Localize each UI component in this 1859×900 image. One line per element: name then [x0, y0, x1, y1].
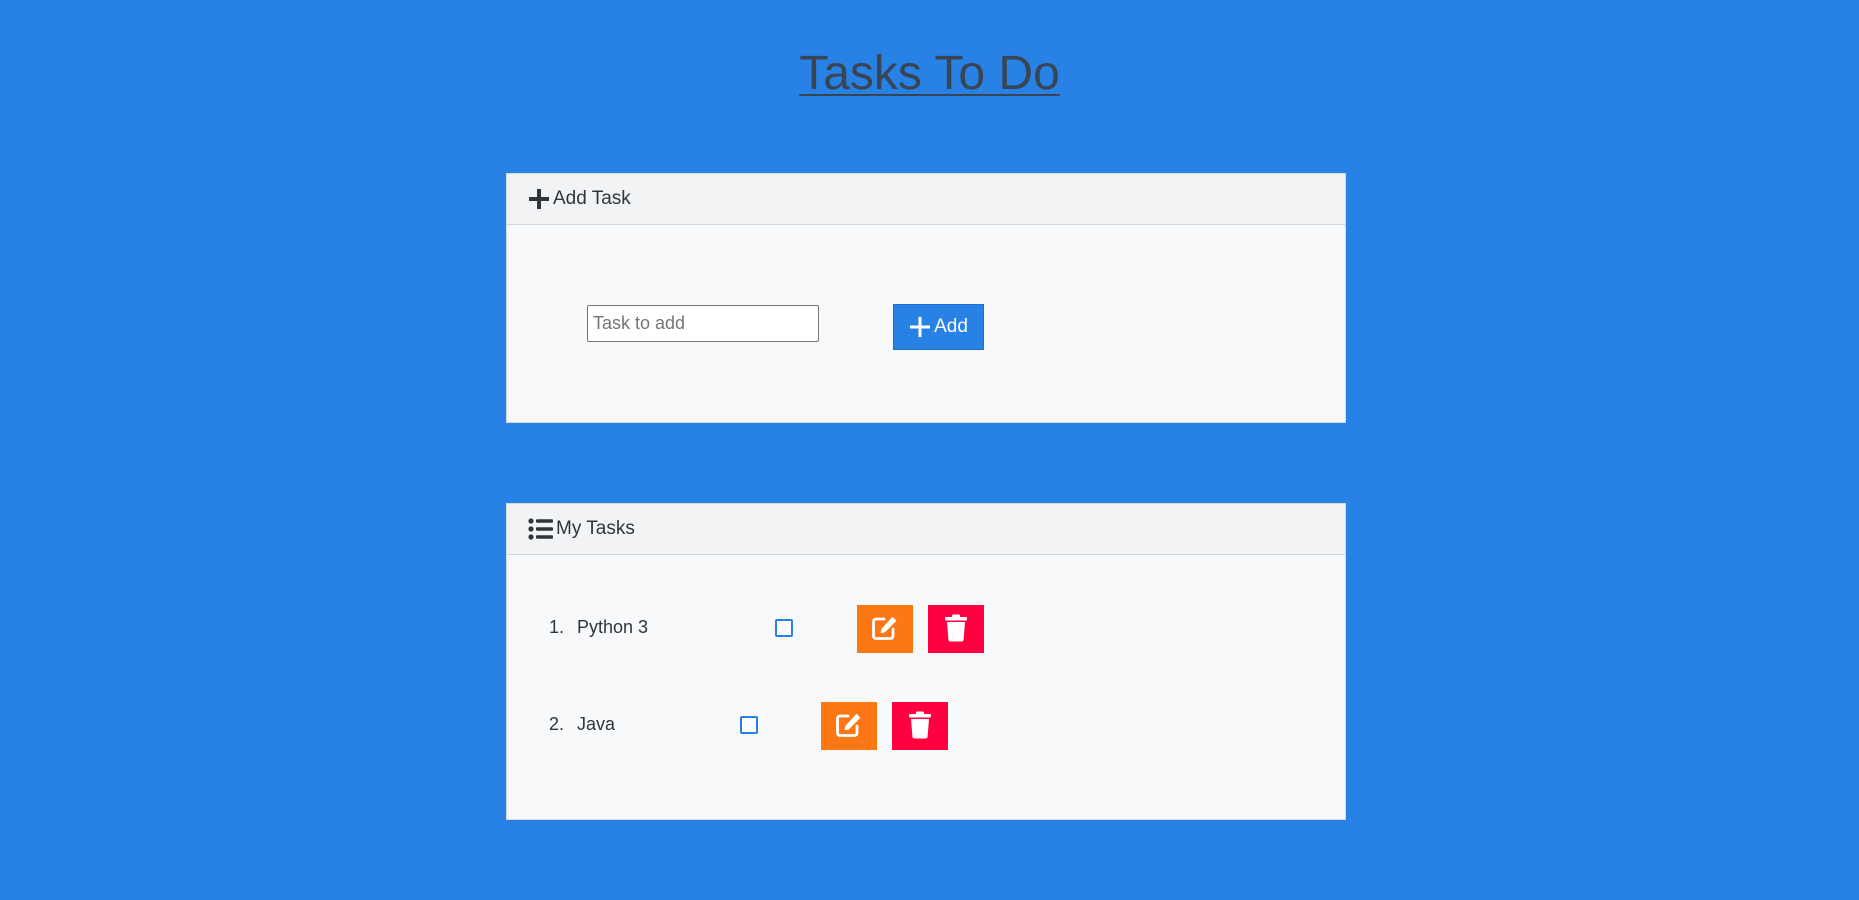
add-task-card-header: Add Task — [507, 174, 1345, 225]
pencil-square-icon — [871, 615, 899, 644]
trash-icon — [908, 711, 932, 742]
task-name: Java — [577, 714, 616, 734]
page-title-link[interactable]: Tasks To Do — [799, 47, 1060, 100]
task-number: 1. — [549, 617, 565, 637]
edit-task-button[interactable] — [821, 702, 877, 750]
trash-icon — [944, 614, 968, 645]
add-button-label: Add — [934, 316, 968, 337]
add-button[interactable]: Add — [893, 304, 984, 350]
my-tasks-card-title: My Tasks — [556, 518, 635, 539]
my-tasks-card-header: My Tasks — [507, 504, 1345, 555]
task-row: 1. Python 3 — [507, 605, 1345, 653]
add-task-card-title: Add Task — [553, 188, 631, 209]
page-title: Tasks To Do — [0, 44, 1859, 104]
task-number: 2. — [549, 714, 565, 734]
my-tasks-card: My Tasks 1. Python 3 2. Java — [506, 503, 1346, 820]
task-row: 2. Java — [507, 702, 1345, 750]
plus-icon — [528, 188, 550, 210]
add-task-card-body: Add — [507, 225, 1345, 423]
task-name: Python 3 — [577, 617, 649, 637]
add-task-card: Add Task Add — [506, 173, 1346, 423]
task-done-checkbox[interactable] — [775, 619, 793, 637]
delete-task-button[interactable] — [928, 605, 984, 653]
task-list: 1. Python 3 2. Java — [507, 555, 1345, 820]
task-input[interactable] — [587, 305, 819, 342]
pencil-square-icon — [835, 712, 863, 741]
task-done-checkbox[interactable] — [740, 716, 758, 734]
list-icon — [528, 518, 553, 540]
delete-task-button[interactable] — [892, 702, 948, 750]
plus-icon — [909, 316, 931, 338]
edit-task-button[interactable] — [857, 605, 913, 653]
